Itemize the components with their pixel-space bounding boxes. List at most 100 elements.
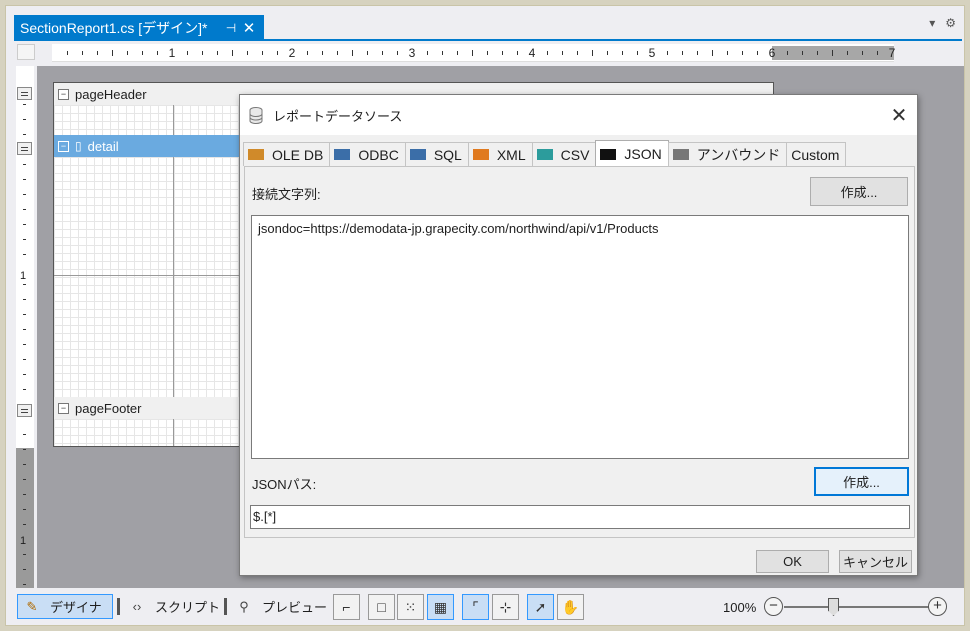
- snap-lines-icon[interactable]: ⌜: [462, 594, 489, 620]
- dotted-grid-icon[interactable]: ⁙: [397, 594, 424, 620]
- ruler-number: 6: [768, 46, 776, 60]
- designer-window: SectionReport1.cs [デザイン]* ⊣ ✕ ▾ ⚙ 1 2 3 4 5 6…: [5, 5, 965, 626]
- preview-tab-label: プレビュー: [262, 600, 328, 615]
- ruler-tick: [877, 51, 878, 55]
- connection-string-textarea[interactable]: jsondoc=https://demodata-jp.grapecity.co…: [251, 215, 909, 459]
- ruler-tick: [832, 50, 833, 56]
- tab-label: XML: [496, 146, 526, 163]
- database-icon: [249, 106, 263, 124]
- tab-label: SQL: [433, 146, 462, 163]
- pointer-icon[interactable]: ➚: [527, 594, 554, 620]
- json-path-create-button[interactable]: 作成...: [814, 467, 909, 496]
- data-source-tabs: OLE DB ODBC SQL XML CSV JSON アンバウンド Custom: [243, 140, 847, 167]
- ruler-tick: [247, 51, 248, 55]
- grid-icon[interactable]: ▦: [427, 594, 454, 620]
- ruler-number: 1: [20, 535, 27, 547]
- band-splitter-icon[interactable]: [17, 404, 32, 417]
- zoom-slider-thumb[interactable]: [828, 598, 839, 616]
- script-tab[interactable]: ‹› スクリプト: [123, 594, 223, 619]
- tabstrip-actions: ▾ ⚙: [929, 16, 956, 30]
- ruler-tick: [23, 329, 26, 330]
- separator: [224, 598, 227, 615]
- ruler-tick: [442, 51, 443, 55]
- tab-label: Custom: [791, 146, 840, 163]
- tab-odbc[interactable]: ODBC: [329, 142, 406, 166]
- snap-grid-icon[interactable]: ⊹: [492, 594, 519, 620]
- ruler-tick: [23, 449, 26, 450]
- ruler-tick: [367, 51, 368, 55]
- csv-icon: [536, 149, 553, 160]
- ruler-tick: [742, 51, 743, 55]
- ruler-tick: [23, 299, 26, 300]
- ruler-tick: [397, 51, 398, 55]
- document-tab[interactable]: SectionReport1.cs [デザイン]* ⊣ ✕: [14, 15, 264, 40]
- ruler-tick: [382, 51, 383, 55]
- tab-アンバウンド[interactable]: アンバウンド: [667, 142, 788, 166]
- tab-custom[interactable]: Custom: [786, 142, 847, 166]
- ruler-tick: [23, 209, 26, 210]
- tab-json[interactable]: JSON: [595, 140, 669, 167]
- gear-icon[interactable]: ⚙: [945, 16, 956, 30]
- collapse-icon[interactable]: −: [58, 402, 69, 414]
- ruler-tick: [23, 179, 26, 180]
- designer-tab[interactable]: ✎ デザイナ: [17, 594, 113, 619]
- json-path-label: JSONパス:: [252, 477, 317, 492]
- ruler-tick: [502, 51, 503, 55]
- sql-icon: [409, 149, 426, 160]
- collapse-icon[interactable]: −: [58, 140, 69, 152]
- script-tab-label: スクリプト: [155, 600, 221, 615]
- tab-label: CSV: [560, 146, 590, 163]
- ruler-tick: [23, 569, 26, 570]
- ruler-tick: [23, 479, 26, 480]
- designer-tab-label: デザイナ: [50, 600, 102, 615]
- close-icon[interactable]: ✕: [881, 103, 917, 128]
- pin-icon[interactable]: ⊣: [222, 21, 240, 35]
- ruler-number: 1: [20, 270, 27, 282]
- ruler-tick: [23, 359, 26, 360]
- pencil-icon: ✎: [26, 598, 38, 614]
- json-path-input[interactable]: $.[*]: [250, 505, 910, 529]
- ruler-tick: [67, 51, 68, 55]
- zoom-slider-track[interactable]: [784, 606, 930, 608]
- grid-guide-line: [173, 157, 174, 397]
- ruler-tick: [517, 51, 518, 55]
- xml-icon: [472, 149, 489, 160]
- ruler-tick: [322, 51, 323, 55]
- tab-sql[interactable]: SQL: [404, 142, 469, 166]
- hand-icon[interactable]: ✋: [557, 594, 584, 620]
- zoom-in-icon[interactable]: +: [928, 597, 947, 616]
- close-icon[interactable]: ✕: [240, 19, 258, 37]
- band-splitter-icon[interactable]: [17, 87, 32, 100]
- collapse-icon[interactable]: −: [58, 88, 69, 100]
- tab-label: ODBC: [358, 146, 399, 163]
- tab-xml[interactable]: XML: [467, 142, 533, 166]
- page-outline-icon[interactable]: □: [368, 594, 395, 620]
- ruler-tick: [682, 51, 683, 55]
- ruler-tick: [217, 51, 218, 55]
- ruler-toggle-icon[interactable]: ⌐: [333, 594, 360, 620]
- tab-ole-db[interactable]: OLE DB: [243, 142, 331, 166]
- ok-button[interactable]: OK: [756, 550, 829, 573]
- zoom-out-icon[interactable]: −: [764, 597, 783, 616]
- grid-guide-line: [173, 419, 174, 446]
- tab-csv[interactable]: CSV: [531, 142, 597, 166]
- ruler-tick: [817, 51, 818, 55]
- ruler-tick: [427, 51, 428, 55]
- preview-tab[interactable]: ⚲ プレビュー: [230, 594, 328, 619]
- ruler-tick: [637, 51, 638, 55]
- dropdown-arrow-icon[interactable]: ▾: [929, 16, 935, 30]
- connection-string-label: 接続文字列:: [252, 187, 321, 202]
- ruler-tick: [232, 50, 233, 56]
- cancel-button[interactable]: キャンセル: [839, 550, 912, 573]
- separator: [117, 598, 120, 615]
- ruler-tick: [562, 51, 563, 55]
- connection-create-button[interactable]: 作成...: [810, 177, 908, 206]
- band-splitter-icon[interactable]: [17, 142, 32, 155]
- ruler-tick: [622, 51, 623, 55]
- ruler-tick: [487, 51, 488, 55]
- ruler-margin-area: [772, 46, 894, 60]
- ruler-tick: [157, 51, 158, 55]
- ruler-number: 7: [888, 46, 896, 60]
- ruler-tick: [23, 389, 26, 390]
- document-tab-strip: SectionReport1.cs [デザイン]* ⊣ ✕ ▾ ⚙: [6, 6, 964, 41]
